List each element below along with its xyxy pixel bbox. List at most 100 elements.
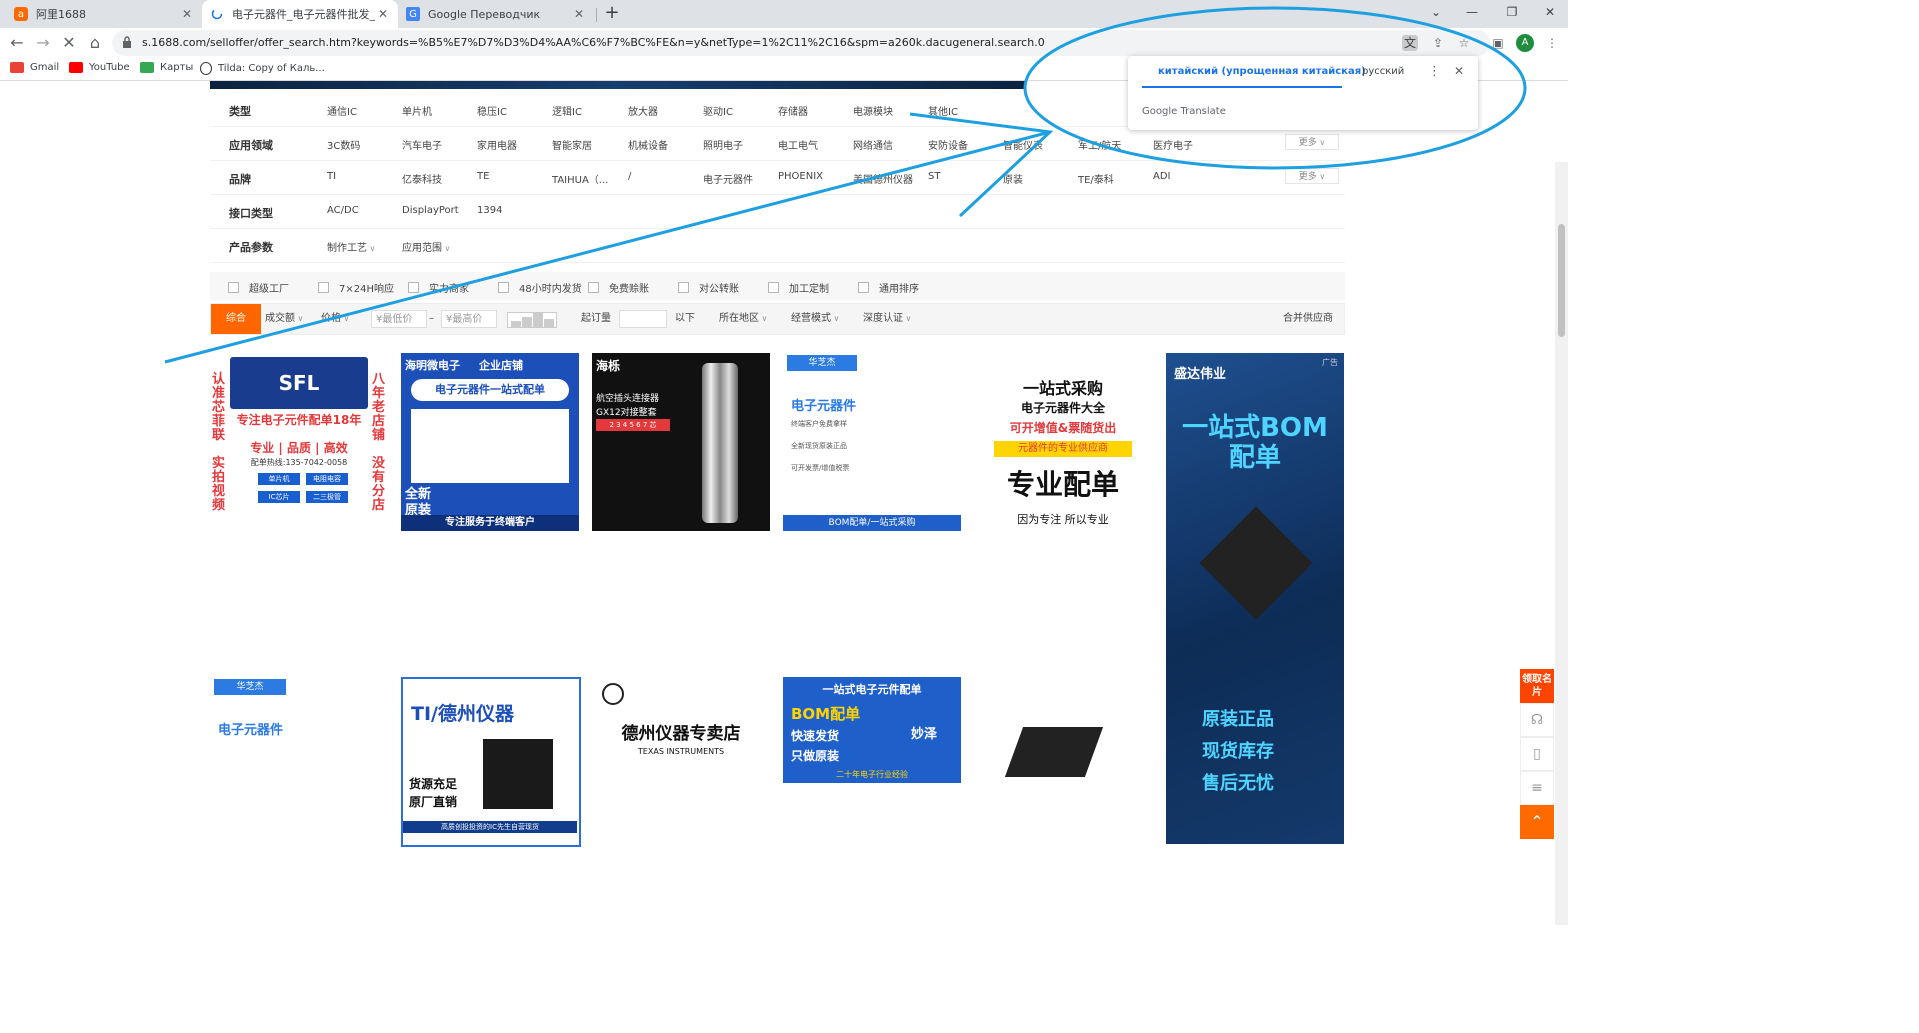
filter-option[interactable]: 3C数码 xyxy=(327,137,360,152)
translate-close-icon[interactable]: ✕ xyxy=(1454,64,1464,78)
filter-option[interactable]: 原装 xyxy=(1003,171,1023,186)
filter-option[interactable]: 美国德州仪器 xyxy=(853,171,913,186)
scrollbar-thumb[interactable] xyxy=(1558,224,1565,337)
filter-option[interactable]: TAIHUA（... xyxy=(552,171,608,186)
product-image-4[interactable]: 华芝杰 电子元器件 终端客户免费拿样 全新现货原装正品 可开发票/增值税票 BO… xyxy=(783,353,963,666)
filter-option[interactable]: 通信IC xyxy=(327,103,357,118)
close-tab-icon[interactable]: ✕ xyxy=(376,7,390,21)
filter-option[interactable]: 1394 xyxy=(477,205,502,216)
feedback-icon[interactable]: ≡ xyxy=(1520,771,1554,805)
bookmark-gmail[interactable]: Gmail xyxy=(10,62,59,73)
product-image-8[interactable]: 德州仪器专卖店 TEXAS INSTRUMENTS xyxy=(592,677,772,847)
filter-option[interactable]: 智能仪表 xyxy=(1003,137,1043,152)
filter-business-model[interactable]: 经营模式 xyxy=(791,304,839,334)
browser-menu-icon[interactable]: ⋮ xyxy=(1544,35,1560,51)
home-icon[interactable]: ⌂ xyxy=(86,34,104,52)
ad-banner[interactable]: 盛达伟业 广告 一站式BOM配单 原装正品 现货库存 售后无忧 xyxy=(1166,353,1344,844)
filter-option[interactable]: 医疗电子 xyxy=(1153,137,1193,152)
feature-checkbox[interactable]: 对公转账 xyxy=(678,280,739,295)
filter-option[interactable]: ST xyxy=(928,171,940,182)
customer-service-icon[interactable]: ☊ xyxy=(1520,703,1554,737)
filter-option[interactable]: TE xyxy=(477,171,489,182)
filter-option[interactable]: 网络通信 xyxy=(853,137,893,152)
price-max-input[interactable]: ¥最高价 xyxy=(441,310,497,328)
filter-option[interactable]: 汽车电子 xyxy=(402,137,442,152)
source-language-tab[interactable]: китайский (упрощенная китайская) xyxy=(1158,66,1366,77)
filter-option[interactable]: 机械设备 xyxy=(628,137,668,152)
bookmark-star-icon[interactable]: ☆ xyxy=(1456,35,1472,51)
filter-more-button[interactable]: 更多 xyxy=(1285,168,1339,184)
filter-option[interactable]: TI xyxy=(327,171,336,182)
address-bar[interactable]: s.1688.com/selloffer/offer_search.htm?ke… xyxy=(112,30,1490,56)
bookmark-tilda[interactable]: Tilda: Copy of Каль... xyxy=(200,62,325,75)
back-icon[interactable]: ← xyxy=(8,34,26,52)
filter-option[interactable]: 存储器 xyxy=(778,103,808,118)
filter-option[interactable]: 电工电气 xyxy=(778,137,818,152)
filter-region[interactable]: 所在地区 xyxy=(719,304,767,334)
feature-checkbox[interactable]: 加工定制 xyxy=(768,280,829,295)
translate-page-icon[interactable]: 文 xyxy=(1402,35,1418,51)
filter-option[interactable]: AC/DC xyxy=(327,205,359,216)
feature-checkbox[interactable]: 实力商家 xyxy=(408,280,469,295)
product-image-3[interactable]: 海栎 航空插头连接器 GX12对接整套 2 3 4 5 6 7 芯 xyxy=(592,353,772,666)
close-tab-icon[interactable]: ✕ xyxy=(180,7,194,21)
filter-option[interactable]: / xyxy=(628,171,631,182)
filter-option[interactable]: 智能家居 xyxy=(552,137,592,152)
tab-search-chevron-icon[interactable]: ⌄ xyxy=(1426,5,1446,19)
filter-option[interactable]: 照明电子 xyxy=(703,137,743,152)
translate-options-icon[interactable]: ⋮ xyxy=(1428,64,1441,79)
bookmark-youtube[interactable]: YouTube xyxy=(69,62,130,73)
mobile-icon[interactable]: ▯ xyxy=(1520,737,1554,771)
tab-translate[interactable]: G Google Переводчик ✕ xyxy=(398,0,594,28)
share-icon[interactable]: ⇪ xyxy=(1430,35,1446,51)
filter-option[interactable]: 军工/航天 xyxy=(1078,137,1121,152)
filter-option[interactable]: 应用范围 xyxy=(402,239,450,254)
filter-option[interactable]: TE/泰科 xyxy=(1078,171,1114,186)
checkbox-square[interactable] xyxy=(318,282,329,293)
filter-deep-cert[interactable]: 深度认证 xyxy=(863,304,911,334)
filter-option[interactable]: 其他IC xyxy=(928,103,958,118)
get-business-card-button[interactable]: 领取名片 xyxy=(1520,669,1554,703)
product-image-10[interactable] xyxy=(974,677,1154,847)
close-tab-icon[interactable]: ✕ xyxy=(572,7,586,21)
checkbox-square[interactable] xyxy=(678,282,689,293)
target-language-tab[interactable]: русский xyxy=(1362,66,1404,77)
bookmark-maps[interactable]: Карты xyxy=(140,62,193,73)
filter-option[interactable]: 放大器 xyxy=(628,103,658,118)
filter-option[interactable]: 单片机 xyxy=(402,103,432,118)
price-min-input[interactable]: ¥最低价 xyxy=(371,310,427,328)
moq-input[interactable] xyxy=(619,310,667,328)
feature-checkbox[interactable]: 7×24H响应 xyxy=(318,280,394,295)
feature-checkbox[interactable]: 48小时内发货 xyxy=(498,280,582,295)
back-to-top-icon[interactable]: ⌃ xyxy=(1520,805,1554,839)
restore-icon[interactable]: ❐ xyxy=(1502,5,1522,19)
feature-checkbox[interactable]: 免费赊账 xyxy=(588,280,649,295)
forward-icon[interactable]: → xyxy=(34,34,52,52)
filter-option[interactable]: DisplayPort xyxy=(402,205,459,216)
product-image-6[interactable]: 华芝杰 电子元器件 xyxy=(210,677,390,847)
filter-more-button[interactable]: 更多 xyxy=(1285,134,1339,150)
new-tab-button[interactable]: + xyxy=(602,4,622,24)
product-image-1[interactable]: SFL 认准芯菲联 实拍视频 八年老店铺 没有分店 专注电子元件配单18年 专业… xyxy=(210,353,390,666)
product-image-2[interactable]: 海明微电子 企业店铺 电子元器件一站式配单 全新原装 专注服务于终端客户 xyxy=(401,353,581,666)
product-image-9[interactable]: 一站式电子元件配单 BOM配单 快速发货 只做原装 妙泽 二十年电子行业经验 xyxy=(783,677,963,847)
filter-option[interactable]: 制作工艺 xyxy=(327,239,375,254)
stop-icon[interactable]: ✕ xyxy=(60,34,78,52)
sort-comprehensive[interactable]: 综合 xyxy=(211,304,261,334)
sort-price[interactable]: 价格 xyxy=(321,304,349,334)
filter-option[interactable]: ADI xyxy=(1153,171,1171,182)
price-histogram-icon[interactable] xyxy=(507,312,557,328)
filter-option[interactable]: 亿泰科技 xyxy=(402,171,442,186)
filter-option[interactable]: 安防设备 xyxy=(928,137,968,152)
minimize-icon[interactable]: — xyxy=(1462,5,1482,19)
merge-suppliers[interactable]: 合并供应商 xyxy=(1283,304,1333,334)
product-image-7[interactable]: TI/德州仪器 货源充足 原厂直销 高质创投投资的IC先生自营现货 xyxy=(401,677,581,847)
checkbox-square[interactable] xyxy=(858,282,869,293)
filter-option[interactable]: PHOENIX xyxy=(778,171,823,182)
page-scrollbar[interactable] xyxy=(1555,162,1568,925)
filter-option[interactable]: 驱动IC xyxy=(703,103,733,118)
filter-option[interactable]: 电源模块 xyxy=(853,103,893,118)
filter-option[interactable]: 逻辑IC xyxy=(552,103,582,118)
checkbox-square[interactable] xyxy=(408,282,419,293)
checkbox-square[interactable] xyxy=(588,282,599,293)
